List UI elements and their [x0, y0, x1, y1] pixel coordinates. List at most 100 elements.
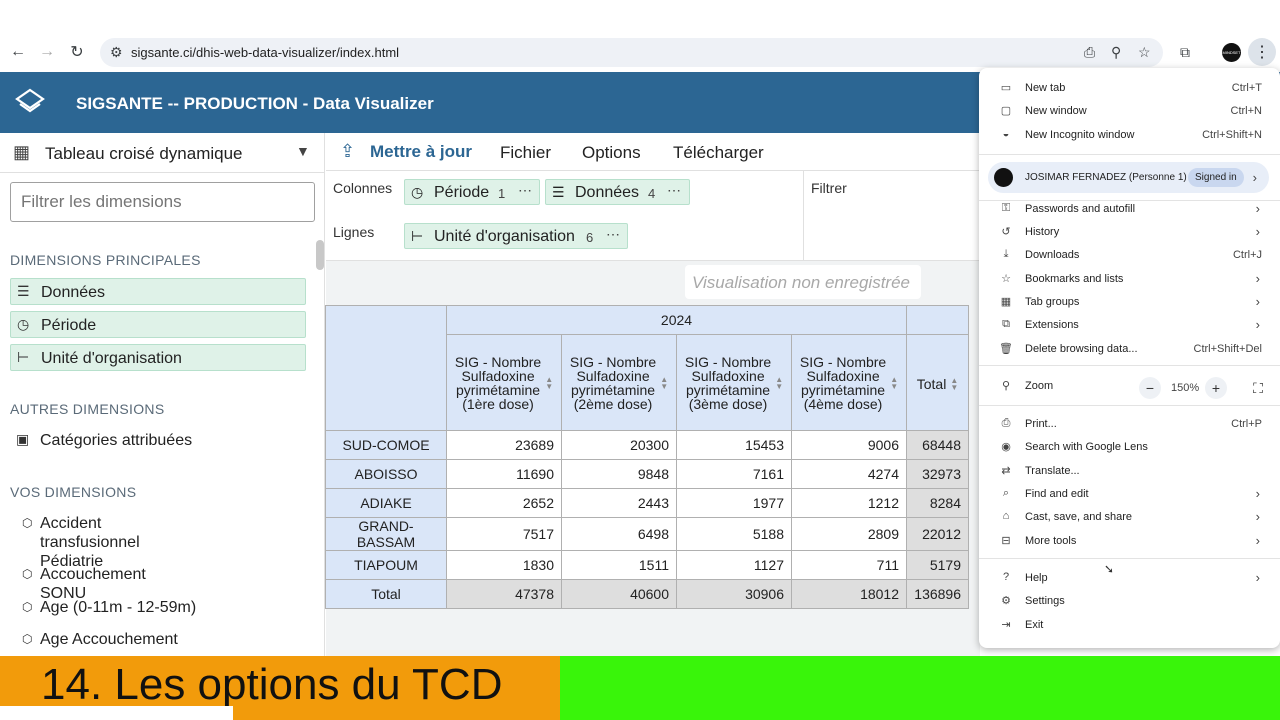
chip-org-unit[interactable]: ⊢ Unité d'organisation 6 ⋯ — [404, 223, 628, 249]
chip-period[interactable]: ◷ Période 1 ⋯ — [404, 179, 540, 205]
tab-groups-icon: ▦ — [1000, 296, 1012, 308]
pivot-table: 2024 SIG - Nombre Sulfadoxine pyrimétami… — [325, 305, 969, 609]
table-icon: ▦ — [13, 142, 31, 162]
clock-icon: ◷ — [411, 184, 424, 200]
app-title: SIGSANTE -- PRODUCTION - Data Visualizer — [76, 94, 434, 113]
clock-icon: ◷ — [17, 316, 30, 332]
address-bar[interactable]: ⚙ sigsante.ci/dhis-web-data-visualizer/i… — [100, 38, 1163, 67]
filter-label: Filtrer — [811, 180, 847, 196]
incognito-icon: ◒ — [1002, 128, 1010, 140]
update-icon: ⇪ — [340, 141, 356, 161]
chrome-menu-button[interactable]: ⋮ — [1248, 38, 1276, 66]
download-menu[interactable]: Télécharger — [673, 143, 764, 163]
download-icon: ⤓ — [1003, 248, 1009, 260]
chevron-down-icon: ▼ — [296, 143, 310, 159]
fullscreen-icon[interactable]: ⛶ — [1247, 377, 1269, 399]
table-row: ABOISSO 11690 9848 7161 4274 32973 — [325, 459, 969, 489]
menu-translate[interactable]: ⇄ Translate... — [979, 460, 1280, 483]
cube-icon: ⬡ — [22, 600, 33, 614]
chip-data[interactable]: ☰ Données 4 ⋯ — [545, 179, 690, 205]
browser-toolbar: ← → ↻ ⚙ sigsante.ci/dhis-web-data-visual… — [0, 0, 1280, 72]
sort-icon[interactable]: ▲ ▼ — [775, 375, 783, 390]
menu-more-tools[interactable]: ⊟ More tools › — [979, 530, 1280, 553]
menu-incognito[interactable]: ◒ New Incognito window Ctrl+Shift+N — [979, 124, 1280, 147]
panel-scrollbar[interactable] — [316, 240, 324, 270]
update-button[interactable]: Mettre à jour — [370, 142, 472, 162]
other-dimensions-header: AUTRES DIMENSIONS — [10, 401, 165, 417]
menu-downloads[interactable]: ⤓ Downloads Ctrl+J — [979, 244, 1280, 267]
column-header[interactable]: SIG - Nombre Sulfadoxine pyrimétamine (3… — [676, 334, 792, 431]
vis-type-selector[interactable]: ▦ Tableau croisé dynamique ▼ — [0, 133, 324, 173]
menu-profile[interactable]: JOSIMAR FERNADEZ (Personne 1) Signed in … — [988, 162, 1269, 193]
tree-icon: ⊢ — [411, 228, 424, 244]
menu-help[interactable]: ? Help › — [979, 567, 1280, 590]
cube-icon: ⬡ — [22, 516, 33, 530]
menu-passwords[interactable]: ⚿ Passwords and autofill › — [979, 198, 1280, 221]
chip-more-icon[interactable]: ⋯ — [518, 182, 533, 199]
dhis2-logo-icon[interactable] — [14, 87, 46, 119]
zoom-value: 150% — [1171, 382, 1200, 394]
dimension-period[interactable]: ◷ Période — [10, 311, 306, 338]
dimension-data[interactable]: ☰ Données — [10, 278, 306, 305]
back-icon[interactable]: ← — [8, 42, 28, 62]
columns-label: Colonnes — [333, 180, 393, 196]
chevron-right-icon: › — [1255, 317, 1260, 332]
table-row: TIAPOUM 1830 1511 1127 711 5179 — [325, 550, 969, 580]
menu-new-tab[interactable]: ▭ New tab Ctrl+T — [979, 77, 1280, 100]
profile-avatar[interactable]: MINDSET — [1222, 43, 1241, 62]
chevron-right-icon: › — [1252, 170, 1257, 185]
menu-print[interactable]: ⎙ Print... Ctrl+P — [979, 413, 1280, 436]
menu-new-window[interactable]: ▢ New window Ctrl+N — [979, 100, 1280, 123]
sort-icon[interactable]: ▲ ▼ — [950, 376, 958, 391]
cube-icon: ⬡ — [22, 567, 33, 581]
trash-icon: 🗑 — [999, 343, 1013, 355]
signed-in-badge: Signed in — [1188, 168, 1244, 187]
url-text: sigsante.ci/dhis-web-data-visualizer/ind… — [131, 45, 400, 60]
toolbox-icon: ⊟ — [1001, 535, 1011, 547]
zoom-in-button[interactable]: + — [1205, 377, 1227, 399]
chevron-right-icon: › — [1255, 570, 1260, 585]
new-tab-icon: ▭ — [1000, 82, 1012, 94]
green-banner — [560, 656, 1280, 720]
site-info-icon[interactable]: ⚙ — [110, 44, 123, 61]
exit-icon: ⇥ — [1001, 619, 1011, 631]
install-icon[interactable]: ⎙ — [1084, 44, 1095, 61]
column-header[interactable]: SIG - Nombre Sulfadoxine pyrimétamine (2… — [561, 334, 677, 431]
dimension-org-unit[interactable]: ⊢ Unité d'organisation — [10, 344, 306, 371]
chip-more-icon[interactable]: ⋯ — [667, 182, 682, 199]
chevron-right-icon: › — [1255, 486, 1260, 501]
dimension-attribute-categories[interactable]: ▣ Catégories attribuées — [10, 427, 306, 454]
corner-cell — [325, 305, 447, 431]
menu-delete-data[interactable]: 🗑 Delete browsing data... Ctrl+Shift+Del — [979, 338, 1280, 361]
bookmark-star-icon[interactable]: ☆ — [1138, 44, 1151, 61]
sort-icon[interactable]: ▲ ▼ — [890, 375, 898, 390]
menu-find-edit[interactable]: ⌕ Find and edit › — [979, 483, 1280, 506]
dimension-filter-input[interactable] — [10, 182, 315, 222]
find-icon: ⌕ — [1002, 487, 1010, 499]
forward-icon[interactable]: → — [37, 42, 57, 62]
menu-settings[interactable]: ⚙ Settings — [979, 590, 1280, 613]
menu-extensions[interactable]: ⧉ Extensions › — [979, 314, 1280, 337]
reload-icon[interactable]: ↻ — [67, 42, 87, 62]
menu-cast[interactable]: ⌂ Cast, save, and share › — [979, 506, 1280, 529]
gear-icon: ⚙ — [1001, 595, 1011, 607]
menu-lens[interactable]: ◉ Search with Google Lens — [979, 436, 1280, 459]
options-menu[interactable]: Options — [582, 143, 641, 163]
menu-history[interactable]: ↺ History › — [979, 221, 1280, 244]
menu-bookmarks[interactable]: ☆ Bookmarks and lists › — [979, 268, 1280, 291]
new-window-icon: ▢ — [1000, 105, 1012, 117]
zoom-icon: ⚲ — [1001, 380, 1011, 392]
extensions-icon[interactable]: ⧉ — [1180, 44, 1190, 61]
chip-more-icon[interactable]: ⋯ — [606, 226, 621, 243]
menu-tab-groups[interactable]: ▦ Tab groups › — [979, 291, 1280, 314]
column-header[interactable]: SIG - Nombre Sulfadoxine pyrimétamine (4… — [791, 334, 907, 431]
sort-icon[interactable]: ▲ ▼ — [545, 375, 553, 390]
layout-area: Colonnes ◷ Période 1 ⋯ ☰ Données 4 ⋯ Lig… — [326, 171, 980, 261]
total-header[interactable]: Total ▲ ▼ — [906, 334, 969, 431]
file-menu[interactable]: Fichier — [500, 143, 551, 163]
column-header[interactable]: SIG - Nombre Sulfadoxine pyrimétamine (1… — [446, 334, 562, 431]
sort-icon[interactable]: ▲ ▼ — [660, 375, 668, 390]
menu-exit[interactable]: ⇥ Exit — [979, 614, 1280, 637]
zoom-out-button[interactable]: − — [1139, 377, 1161, 399]
zoom-icon[interactable]: ⚲ — [1111, 44, 1121, 61]
